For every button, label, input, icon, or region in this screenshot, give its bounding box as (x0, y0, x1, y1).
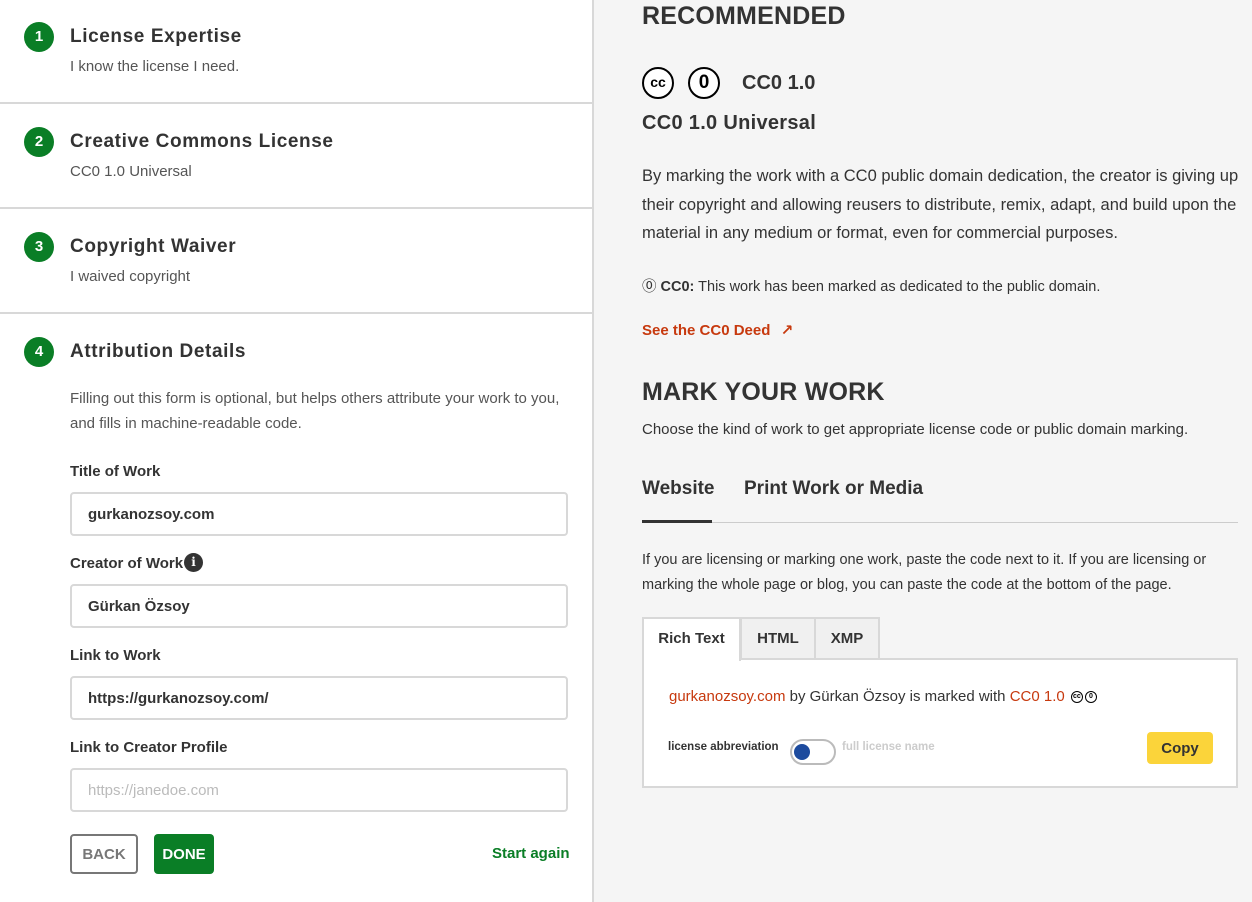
mark-your-work-heading: MARK YOUR WORK (642, 378, 885, 406)
step-subtitle-cc-license: CC0 1.0 Universal (70, 163, 192, 180)
attribution-middle-text: by Gürkan Özsoy is marked with (785, 688, 1010, 705)
copy-button[interactable]: Copy (1147, 732, 1213, 764)
cc0-label: CC0: (660, 279, 695, 295)
tab-website[interactable]: Website (642, 478, 715, 500)
step-divider (0, 312, 592, 314)
step-title-cc-license[interactable]: Creative Commons License (70, 131, 334, 153)
zero-icon: 0 (1084, 691, 1097, 704)
creator-of-work-input[interactable] (70, 584, 568, 628)
tab-baseline (642, 522, 1238, 523)
title-of-work-label: Title of Work (70, 463, 161, 480)
cc0-mark-text: This work has been marked as dedicated t… (698, 279, 1101, 295)
step-subtitle-copyright-waiver: I waived copyright (70, 268, 191, 285)
step-subtitle-license-expertise: I know the license I need. (70, 58, 240, 75)
license-chooser-steps: 1 License Expertise I know the license I… (0, 0, 593, 902)
active-tab-indicator (642, 520, 712, 523)
toggle-label-abbreviation: license abbreviation (668, 741, 779, 753)
attribution-text: gurkanozsoy.com by Gürkan Özsoy is marke… (669, 688, 1097, 705)
step-number-2: 2 (24, 127, 54, 157)
attribution-intro: Filling out this form is optional, but h… (70, 390, 560, 432)
step-title-attribution-details[interactable]: Attribution Details (70, 341, 246, 363)
cc0-mark-line: ⓪ CC0: This work has been marked as dedi… (642, 275, 1100, 296)
link-to-creator-profile-label: Link to Creator Profile (70, 739, 228, 756)
step-title-copyright-waiver[interactable]: Copyright Waiver (70, 236, 236, 258)
work-link[interactable]: gurkanozsoy.com (669, 688, 785, 705)
tab-rich-text[interactable]: Rich Text (642, 617, 741, 661)
zero-icon: ⓪ (642, 279, 657, 295)
recommended-heading: RECOMMENDED (642, 2, 846, 30)
license-full-name: CC0 1.0 Universal (642, 112, 817, 134)
cc-icon: cc (1070, 691, 1083, 704)
step-number-1: 1 (24, 22, 54, 52)
external-link-icon: ↗ (780, 322, 794, 339)
deed-link-label: See the CC0 Deed (642, 322, 771, 339)
toggle-label-full-name: full license name (842, 741, 935, 753)
recommendation-panel: RECOMMENDED cc 0 CC0 1.0 CC0 1.0 Univers… (594, 0, 1252, 902)
mark-your-work-description: Choose the kind of work to get appropria… (642, 421, 1189, 438)
back-button[interactable]: BACK (70, 834, 138, 874)
info-icon[interactable]: i (184, 553, 203, 572)
done-button[interactable]: DONE (154, 834, 214, 874)
cc0-deed-link[interactable]: See the CC0 Deed ↗ (642, 321, 793, 339)
license-name-toggle[interactable] (790, 739, 836, 765)
step-title-license-expertise[interactable]: License Expertise (70, 26, 242, 48)
tab-xmp[interactable]: XMP (814, 617, 880, 659)
tab-print-work-or-media[interactable]: Print Work or Media (744, 478, 923, 500)
toggle-knob (794, 744, 810, 760)
step-divider (0, 102, 592, 104)
link-to-work-input[interactable] (70, 676, 568, 720)
step-number-3: 3 (24, 232, 54, 262)
start-again-link[interactable]: Start again (492, 845, 570, 862)
license-link[interactable]: CC0 1.0 (1010, 688, 1065, 705)
attribution-code-box: gurkanozsoy.com by Gürkan Özsoy is marke… (642, 658, 1238, 788)
link-to-creator-profile-input[interactable] (70, 768, 568, 812)
step-divider (0, 207, 592, 209)
zero-icon: 0 (688, 67, 720, 99)
creator-of-work-label: Creator of Work (70, 555, 184, 572)
tab-html[interactable]: HTML (740, 617, 816, 659)
cc-icon: cc (642, 67, 674, 99)
license-description: By marking the work with a CC0 public do… (642, 167, 1239, 242)
paste-instructions: If you are licensing or marking one work… (642, 552, 1207, 593)
step-number-4: 4 (24, 337, 54, 367)
link-to-work-label: Link to Work (70, 647, 161, 664)
title-of-work-input[interactable] (70, 492, 568, 536)
license-short-name: CC0 1.0 (742, 72, 816, 94)
